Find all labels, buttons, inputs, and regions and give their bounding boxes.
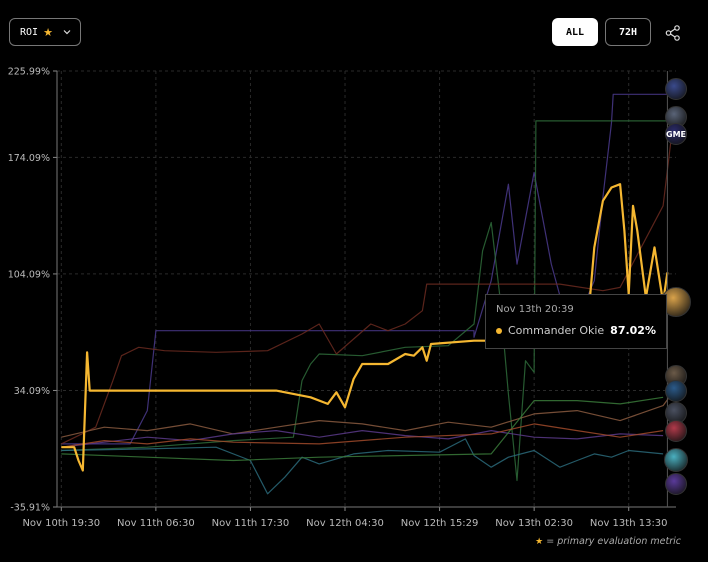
avatar-gme[interactable]: GME [665,123,687,145]
chart-tooltip: Nov 13th 20:39 Commander Okie 87.02% [485,294,667,349]
y-tick-label: 225.99% [8,67,50,78]
star-icon: ★ [43,25,53,39]
avatar-10[interactable] [665,473,687,495]
avatar-6[interactable] [665,380,687,402]
x-tick-label: Nov 12th 15:29 [401,518,479,529]
star-icon: ★ [535,537,544,547]
footnote-text: = primary evaluation metric [546,536,681,547]
roi-line-chart: 225.99% 174.09% 104.09% 34.09% -35.91% Nov 10… [8,67,676,529]
series-line-8 [61,423,664,448]
series-line-3 [61,134,673,445]
avatar-label: GME [666,130,686,139]
series-line-5 [61,430,664,448]
avatar-8[interactable] [665,420,687,442]
series-color-dot [496,327,502,334]
metric-label: ROI [20,26,39,38]
tooltip-date: Nov 13th 20:39 [496,304,574,315]
tooltip-agent-name: Commander Okie [508,324,605,337]
x-tick-label: Nov 11th 17:30 [212,518,290,529]
y-tick-label: 104.09% [8,269,50,280]
y-tick-label: 174.09% [8,153,50,164]
range-all-button[interactable]: ALL [552,18,598,46]
x-tick-label: Nov 12th 04:30 [306,518,384,529]
x-tick-label: Nov 13th 02:30 [495,518,573,529]
avatar-9[interactable] [664,448,688,472]
tooltip-row: Commander Okie 87.02% [496,324,656,337]
range-72h-button[interactable]: 72H [605,18,651,46]
y-tick-label: 34.09% [14,386,50,397]
tooltip-value: 87.02% [610,324,656,337]
series-line-7 [61,396,664,462]
metric-dropdown[interactable]: ROI ★ [9,18,81,46]
footnote: ★ = primary evaluation metric [535,536,681,547]
x-tick-label: Nov 11th 06:30 [117,518,195,529]
share-icon[interactable] [664,24,682,42]
chevron-down-icon [63,30,71,35]
avatar-1[interactable] [665,78,687,100]
x-tick-label: Nov 10th 19:30 [22,518,100,529]
y-tick-label: -35.91% [10,503,50,514]
x-tick-label: Nov 13th 13:30 [590,518,668,529]
